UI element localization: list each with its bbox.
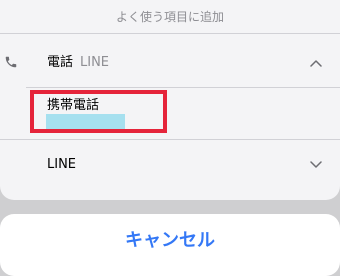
phone-icon [5, 56, 17, 68]
add-to-favorites-sheet: よく使う項目に追加 電話 LINE 携帯電話 LINE [0, 0, 340, 200]
cancel-label: キャンセル [125, 230, 215, 251]
sheet-title: よく使う項目に追加 [115, 10, 224, 24]
line-row-label: LINE [47, 157, 77, 172]
phone-row-label: 電話 [47, 55, 74, 70]
chevron-up-icon [310, 60, 322, 67]
cancel-button[interactable]: キャンセル [0, 214, 340, 276]
divider [0, 139, 340, 140]
phone-row-app: LINE [80, 55, 110, 70]
divider [26, 87, 340, 88]
divider [0, 33, 340, 34]
chevron-down-icon [310, 161, 322, 168]
highlight-box [30, 90, 167, 133]
